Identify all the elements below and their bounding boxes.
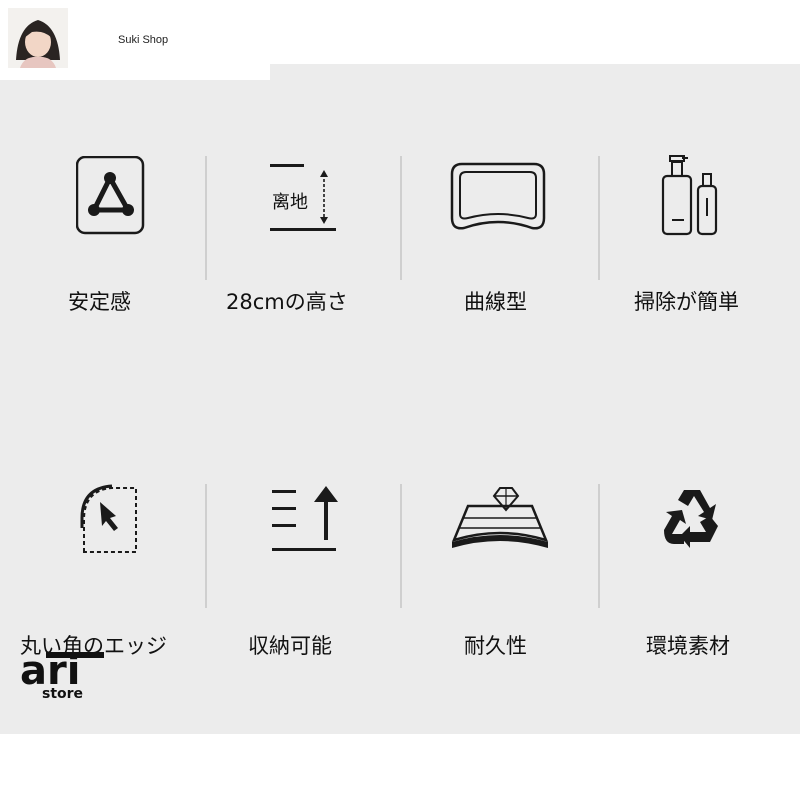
curved-tray-icon	[450, 160, 546, 236]
feature-label-storage: 収納可能	[248, 634, 332, 658]
feature-label-curved: 曲線型	[464, 290, 527, 314]
feature-label-easy-clean: 掃除が簡単	[634, 290, 739, 314]
height-icon-text: 离地	[272, 192, 308, 213]
feature-label-stability: 安定感	[68, 290, 131, 314]
rounded-corner-icon	[80, 484, 140, 556]
diamond-shelf-icon	[450, 482, 550, 558]
shop-name[interactable]: Suki Shop	[118, 34, 168, 46]
storage-lines-arrow-icon	[270, 486, 340, 556]
divider	[598, 484, 600, 608]
divider	[205, 156, 207, 280]
recycle-icon	[660, 486, 724, 556]
feature-label-eco-material: 環境素材	[646, 634, 730, 658]
divider	[205, 484, 207, 608]
shop-header: Suki Shop	[0, 0, 270, 80]
logo-text-sub: store	[42, 686, 83, 700]
divider	[598, 156, 600, 280]
divider	[400, 156, 402, 280]
divider	[400, 484, 402, 608]
ari-store-logo: ari store	[18, 648, 108, 702]
feature-label-height: 28cmの高さ	[226, 290, 348, 314]
triangle-stability-icon	[76, 156, 146, 236]
feature-label-durability: 耐久性	[464, 634, 527, 658]
bottles-icon	[660, 154, 722, 238]
avatar[interactable]	[8, 8, 68, 68]
